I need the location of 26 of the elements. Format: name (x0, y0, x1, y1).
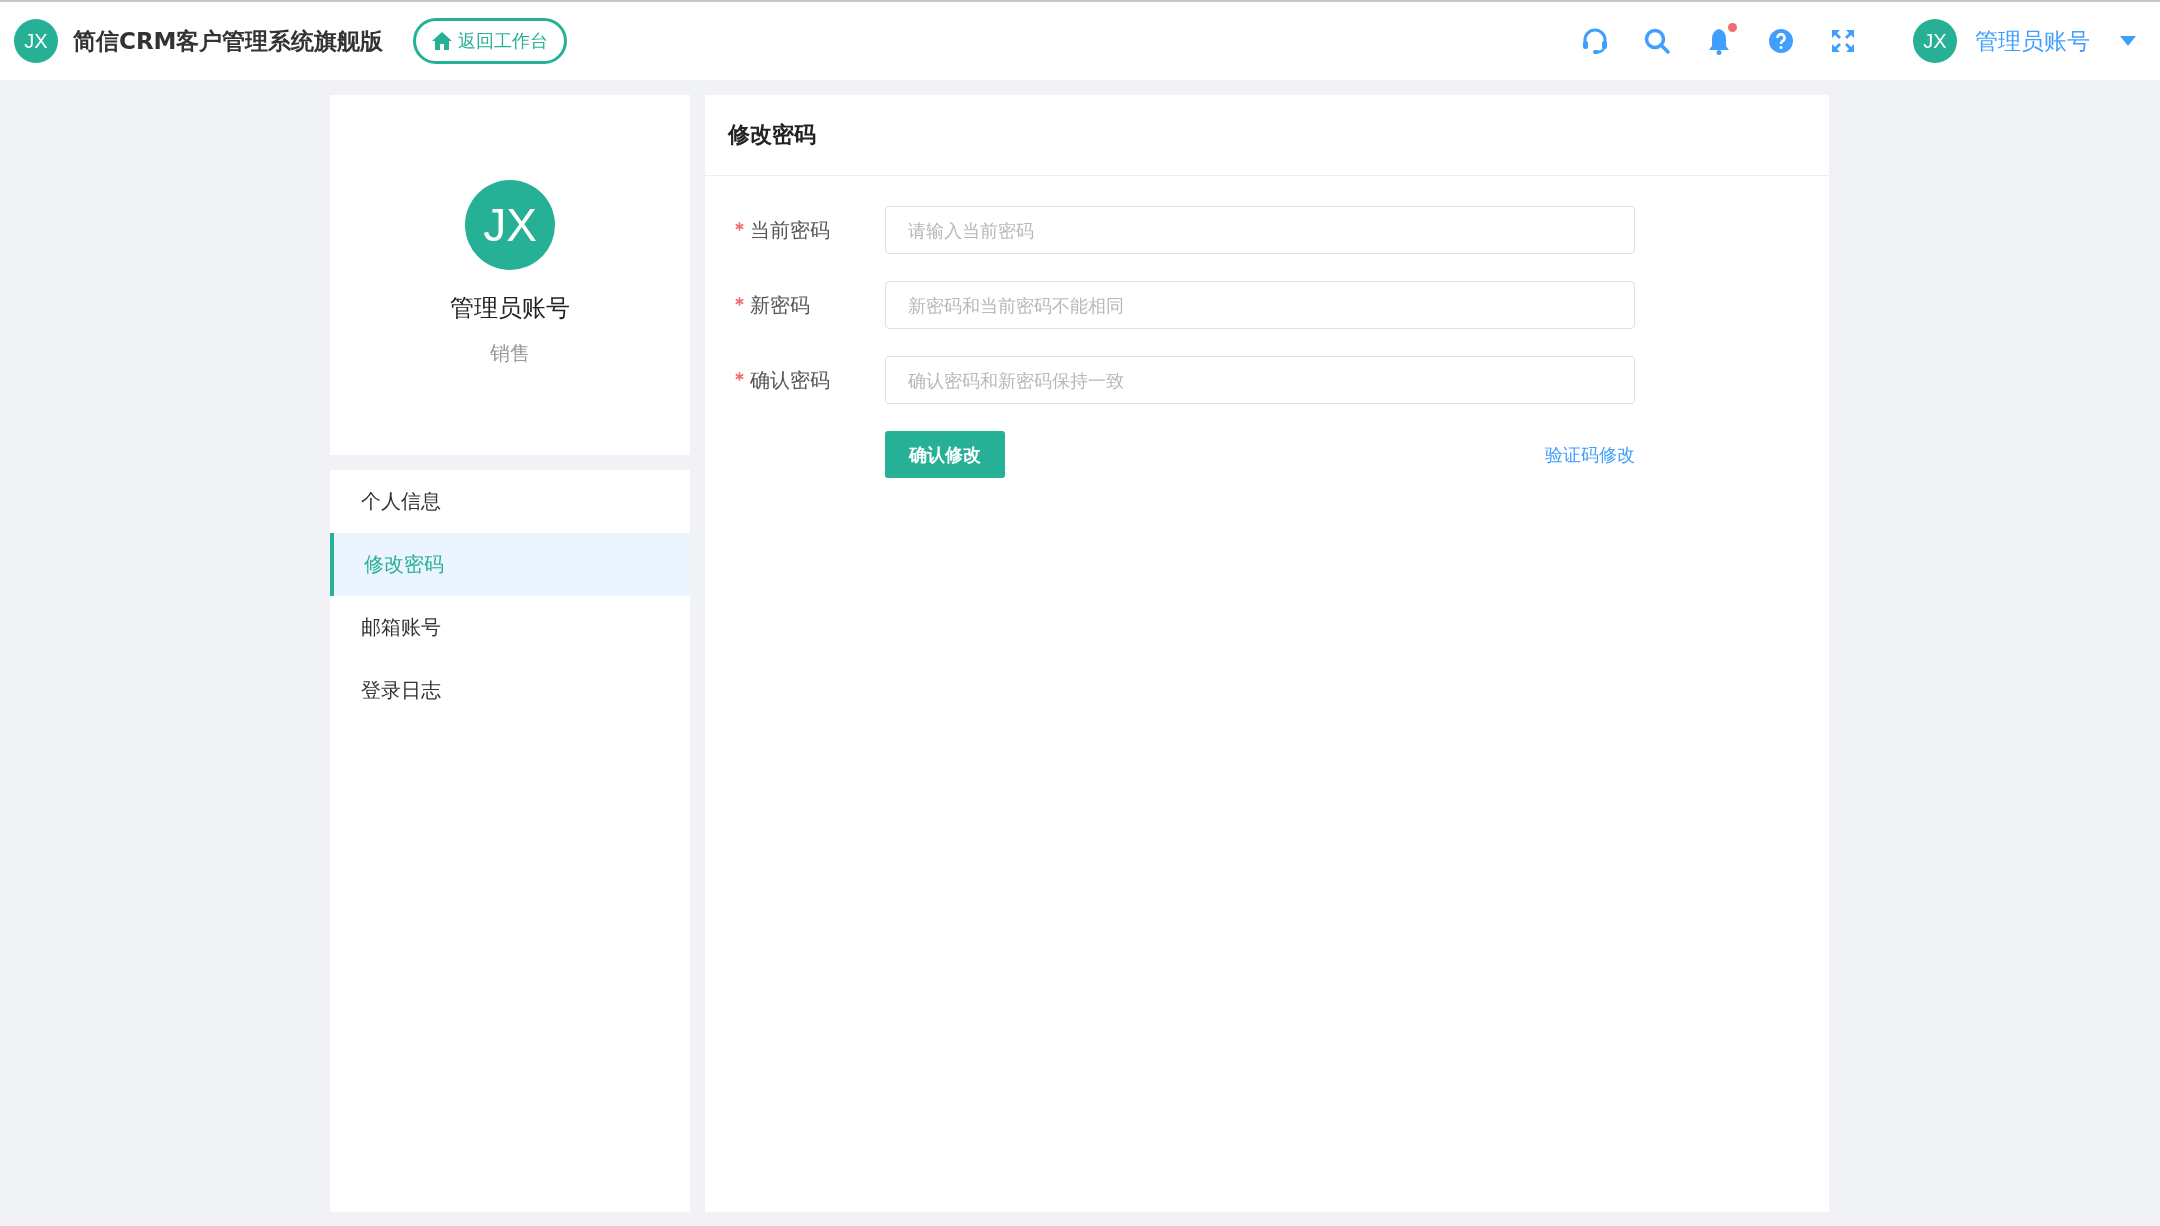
profile-role: 销售 (490, 340, 530, 367)
caret-icon[interactable] (2120, 36, 2136, 46)
password-field[interactable]: 请输入当前密码 (885, 206, 1635, 254)
profile-name: 管理员账号 (450, 293, 570, 324)
verification-code-link[interactable]: 验证码修改 (1545, 442, 1635, 467)
field-label: 新密码 (750, 291, 810, 319)
user-avatar[interactable]: JX (1913, 19, 1957, 63)
profile-avatar: JX (465, 180, 555, 270)
field-label: 当前密码 (750, 216, 830, 244)
panel-title: 修改密码 (728, 121, 816, 149)
logo: JX (14, 19, 58, 63)
headset-icon[interactable] (1581, 27, 1609, 55)
menu-item[interactable]: 个人信息 (330, 470, 690, 533)
confirm-button[interactable]: 确认修改 (885, 431, 1005, 478)
app-title: 简信CRM客户管理系统旗舰版 (73, 26, 384, 56)
menu-item[interactable]: 登录日志 (330, 659, 690, 722)
home-icon (432, 32, 453, 50)
field-label: 确认密码 (750, 366, 830, 394)
password-field[interactable]: 新密码和当前密码不能相同 (885, 281, 1635, 329)
back-to-workbench-button[interactable]: 返回工作台 (413, 18, 568, 64)
fullscreen-icon[interactable] (1829, 27, 1857, 55)
search-icon[interactable] (1643, 27, 1671, 55)
menu-item[interactable]: 邮箱账号 (330, 596, 690, 659)
user-name[interactable]: 管理员账号 (1975, 25, 2090, 57)
help-icon[interactable] (1767, 27, 1795, 55)
menu-item[interactable]: 修改密码 (330, 533, 690, 596)
